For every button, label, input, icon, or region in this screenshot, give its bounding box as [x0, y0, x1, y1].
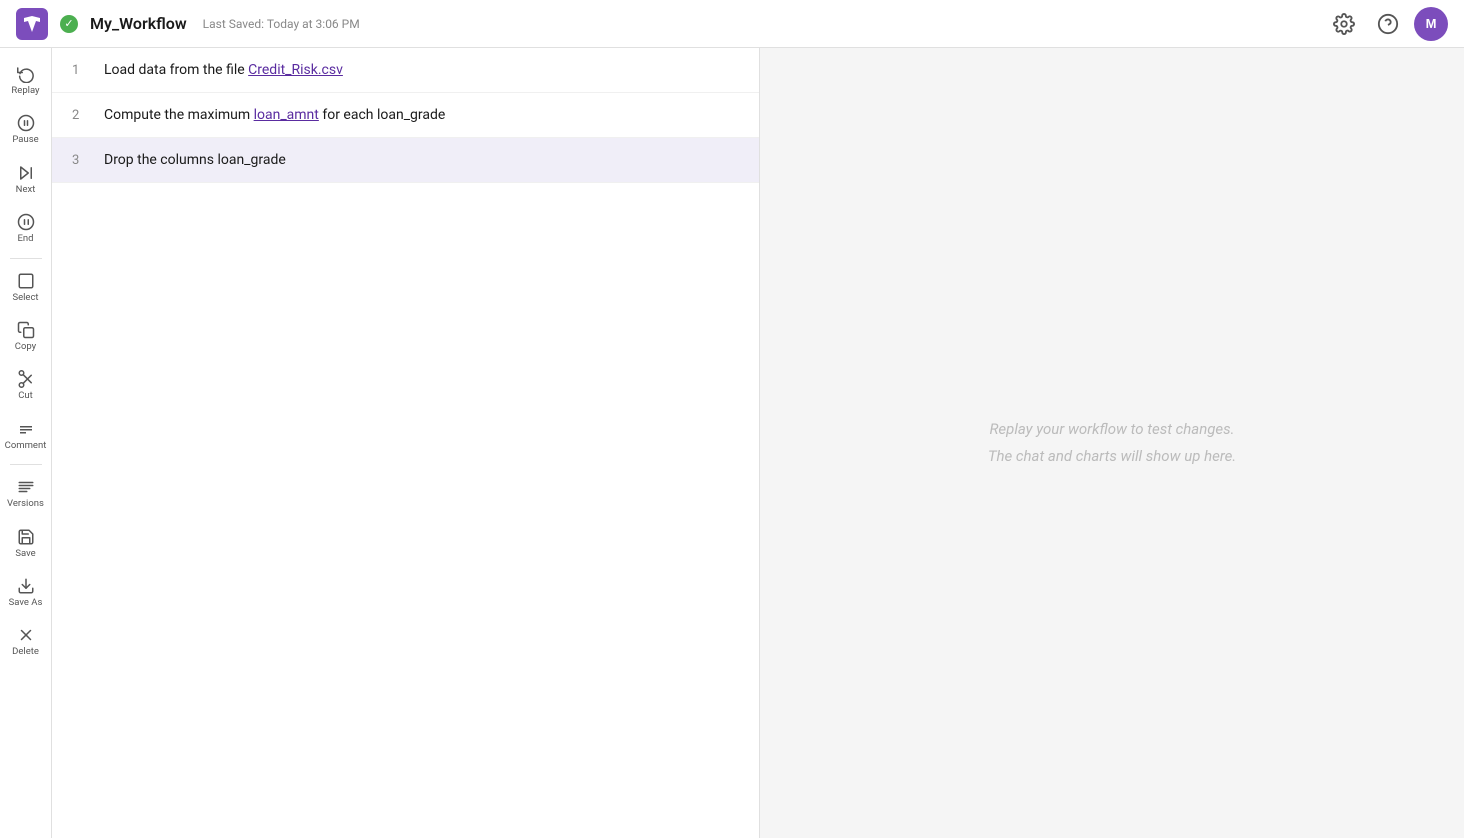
workflow-panel: 1 Load data from the file Credit_Risk.cs… [52, 48, 760, 838]
end-icon [17, 213, 35, 231]
sidebar-item-next[interactable]: Next [0, 156, 52, 203]
save-icon [17, 528, 35, 546]
sidebar-label-select: Select [12, 292, 38, 303]
sidebar-item-pause[interactable]: Pause [0, 106, 52, 153]
versions-icon [17, 478, 35, 496]
pause-icon [17, 114, 35, 132]
sidebar-label-comment: Comment [5, 440, 47, 451]
next-icon [17, 164, 35, 182]
app-logo [16, 8, 48, 40]
sidebar-item-copy[interactable]: Copy [0, 313, 52, 360]
sidebar-item-cut[interactable]: Cut [0, 362, 52, 409]
status-icon: ✓ [60, 15, 78, 33]
sidebar-item-end[interactable]: End [0, 205, 52, 252]
sidebar-item-save[interactable]: Save [0, 520, 52, 567]
step-number-3: 3 [72, 153, 88, 168]
copy-icon [17, 321, 35, 339]
placeholder-line1: Replay your workflow to test changes. [988, 416, 1236, 443]
sidebar-label-copy: Copy [15, 341, 36, 352]
sidebar-label-delete: Delete [12, 646, 39, 657]
help-button[interactable] [1370, 6, 1406, 42]
step-link-2[interactable]: loan_amnt [254, 107, 319, 123]
sidebar-label-save-as: Save As [9, 597, 43, 608]
sidebar-label-pause: Pause [12, 134, 38, 145]
sidebar-item-replay[interactable]: Replay [0, 57, 52, 104]
step-number-1: 1 [72, 63, 88, 78]
step-row-2[interactable]: 2 Compute the maximum loan_amnt for each… [52, 93, 759, 138]
last-saved: Last Saved: Today at 3:06 PM [203, 17, 360, 31]
replay-icon [17, 65, 35, 83]
sidebar: Replay Pause Next [0, 48, 52, 838]
cut-icon [17, 370, 35, 388]
header: ✓ My_Workflow Last Saved: Today at 3:06 … [0, 0, 1464, 48]
save-as-icon [17, 577, 35, 595]
sidebar-label-end: End [17, 233, 33, 244]
right-panel: Replay your workflow to test changes. Th… [760, 48, 1464, 838]
step-row-1[interactable]: 1 Load data from the file Credit_Risk.cs… [52, 48, 759, 93]
step-row-3[interactable]: 3 Drop the columns loan_grade [52, 138, 759, 183]
sidebar-label-replay: Replay [11, 85, 39, 96]
header-actions: M [1326, 6, 1448, 42]
placeholder-message: Replay your workflow to test changes. Th… [988, 416, 1236, 470]
sidebar-divider-2 [10, 464, 42, 465]
settings-button[interactable] [1326, 6, 1362, 42]
placeholder-line2: The chat and charts will show up here. [988, 443, 1236, 470]
sidebar-item-comment[interactable]: Comment [0, 412, 52, 459]
sidebar-item-select[interactable]: Select [0, 264, 52, 311]
step-text-1: Load data from the file Credit_Risk.csv [104, 62, 739, 78]
sidebar-item-versions[interactable]: Versions [0, 470, 52, 517]
sidebar-label-versions: Versions [7, 498, 44, 509]
delete-icon [17, 626, 35, 644]
select-icon [17, 272, 35, 290]
comment-icon [17, 420, 35, 438]
step-number-2: 2 [72, 108, 88, 123]
main-content: Replay Pause Next [0, 48, 1464, 838]
step-text-2: Compute the maximum loan_amnt for each l… [104, 107, 739, 123]
user-avatar[interactable]: M [1414, 7, 1448, 41]
sidebar-label-cut: Cut [18, 390, 33, 401]
workflow-title: My_Workflow [90, 14, 187, 33]
sidebar-label-next: Next [16, 184, 36, 195]
step-text-3: Drop the columns loan_grade [104, 152, 739, 168]
sidebar-item-save-as[interactable]: Save As [0, 569, 52, 616]
sidebar-divider-1 [10, 258, 42, 259]
sidebar-item-delete[interactable]: Delete [0, 618, 52, 665]
step-link-1[interactable]: Credit_Risk.csv [248, 62, 343, 78]
sidebar-label-save: Save [15, 548, 35, 559]
